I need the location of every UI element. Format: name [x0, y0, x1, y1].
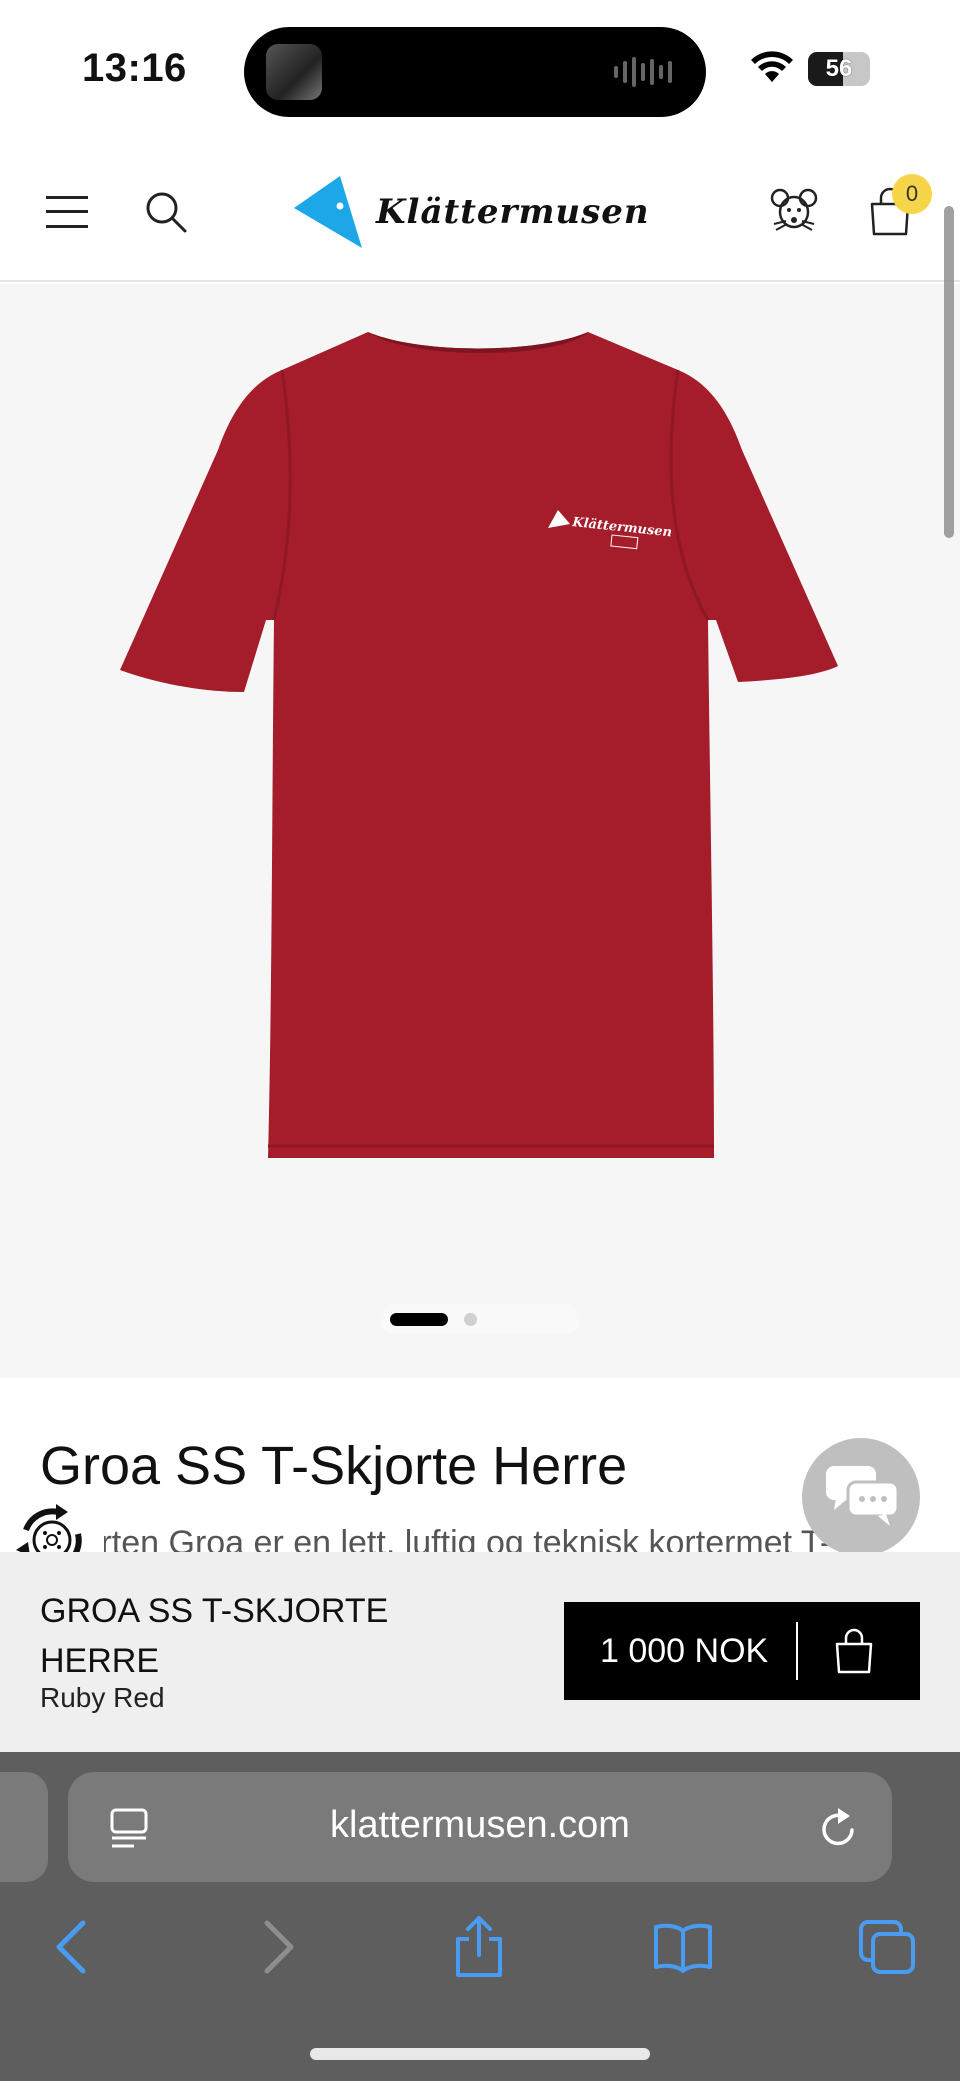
product-image-gallery[interactable]: Klättermusen	[0, 284, 960, 1378]
site-logo[interactable]: Klättermusen	[292, 174, 652, 250]
shopping-bag-icon	[835, 1628, 873, 1674]
search-icon[interactable]	[144, 190, 188, 234]
url-text: klattermusen.com	[330, 1804, 630, 1846]
status-time: 13:16	[82, 46, 187, 90]
buy-bar-product-color: Ruby Red	[40, 1682, 165, 1713]
audio-waveform-icon	[614, 57, 672, 87]
reload-icon[interactable]	[818, 1806, 860, 1850]
buy-button-divider	[796, 1622, 798, 1680]
product-image-tshirt: Klättermusen	[120, 332, 838, 1158]
hamburger-menu-icon[interactable]	[46, 194, 90, 230]
buy-bar-product-name: GROA SS T-SKJORTE HERRE	[40, 1592, 389, 1680]
previous-tab-peek[interactable]	[0, 1772, 48, 1882]
sticky-buy-bar: GROA SS T-SKJORTE HERRE Ruby Red 1 000 N…	[0, 1552, 960, 1752]
browser-nav-row	[0, 1912, 960, 1992]
address-bar[interactable]: klattermusen.com	[68, 1772, 892, 1882]
carousel-dot-active[interactable]	[390, 1313, 448, 1326]
forward-button[interactable]	[244, 1912, 314, 1982]
book-icon	[654, 1923, 712, 1973]
back-button[interactable]	[36, 1912, 106, 1982]
carousel-pagination	[380, 1304, 580, 1334]
chat-button[interactable]	[802, 1438, 920, 1556]
chevron-left-icon	[56, 1920, 86, 1974]
share-button[interactable]	[444, 1912, 514, 1982]
page-scrollbar[interactable]	[944, 206, 954, 538]
logo-mark-icon	[294, 176, 362, 248]
wifi-icon	[751, 51, 793, 82]
dynamic-island[interactable]	[244, 27, 706, 117]
page: 13:16 56 Klättermusen 0 Klättermusen Gro…	[0, 0, 960, 2081]
buy-button-price: 1 000 NOK	[600, 1631, 769, 1670]
add-to-cart-button[interactable]: 1 000 NOK	[564, 1602, 920, 1700]
chevron-right-icon	[264, 1920, 294, 1974]
tabs-button[interactable]	[852, 1912, 922, 1982]
mouse-account-icon[interactable]	[770, 186, 818, 236]
share-icon	[456, 1916, 502, 1977]
product-title: Groa SS T-Skjorte Herre	[40, 1436, 628, 1496]
battery-icon: 56	[808, 52, 870, 86]
now-playing-artwork	[266, 44, 322, 100]
logo-text: Klättermusen	[376, 192, 650, 232]
home-indicator[interactable]	[310, 2048, 650, 2060]
chat-bubbles-icon	[826, 1466, 900, 1526]
carousel-dot[interactable]	[464, 1313, 477, 1326]
bookmarks-button[interactable]	[648, 1912, 718, 1982]
tabs-icon	[859, 1920, 915, 1974]
browser-toolbar: klattermusen.com	[0, 1752, 960, 2081]
status-bar: 13:16 56	[0, 0, 960, 140]
battery-level: 56	[825, 55, 853, 82]
site-header: Klättermusen 0	[0, 140, 960, 282]
cart-count-badge: 0	[892, 174, 932, 214]
